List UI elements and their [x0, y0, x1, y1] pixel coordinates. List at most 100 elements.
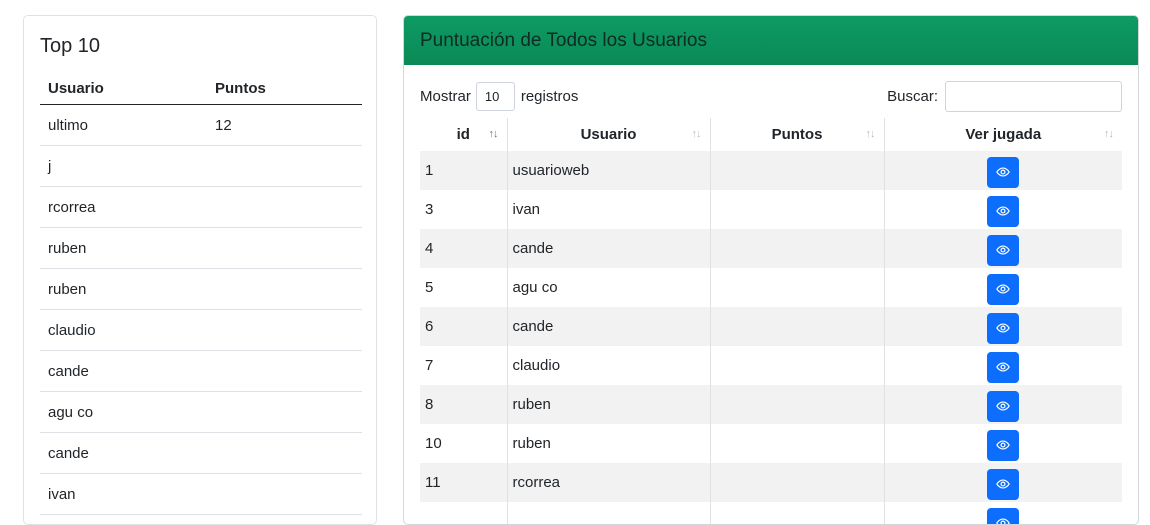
cell-points	[710, 268, 884, 307]
cell-id: 5	[420, 268, 507, 307]
top10-user: claudio	[40, 310, 207, 351]
cell-user: agu co	[507, 268, 710, 307]
top10-row: cande	[40, 433, 362, 474]
top10-title: Top 10	[40, 35, 100, 58]
sort-icon: ↑↓	[692, 128, 701, 140]
column-header-points[interactable]: Puntos ↑↓	[710, 118, 884, 151]
view-play-button[interactable]	[987, 157, 1019, 188]
cell-points	[710, 307, 884, 346]
scores-table: id↑↓ Usuario ↑↓ Puntos ↑↓ Ver jugada↑↓ 1us…	[420, 118, 1122, 525]
search-input[interactable]	[945, 81, 1122, 112]
scores-title: Puntuación de Todos los Usuarios	[420, 30, 707, 52]
view-play-button[interactable]	[987, 391, 1019, 422]
top10-user: agu co	[40, 392, 207, 433]
column-label-user: Usuario	[581, 126, 637, 143]
cell-id: 11	[420, 463, 507, 502]
table-row: 8ruben	[420, 385, 1122, 424]
top10-user: rcorrea	[40, 187, 207, 228]
view-play-button[interactable]	[987, 430, 1019, 461]
cell-points	[710, 424, 884, 463]
table-row: 6cande	[420, 307, 1122, 346]
column-header-view[interactable]: Ver jugada↑↓	[884, 118, 1122, 151]
column-header-id[interactable]: id↑↓	[420, 118, 507, 151]
cell-view	[884, 463, 1122, 502]
eye-icon	[996, 477, 1010, 491]
cell-points	[710, 151, 884, 190]
search-control: Buscar:	[887, 81, 1122, 112]
cell-points	[710, 385, 884, 424]
scores-card-header: Puntuación de Todos los Usuarios	[404, 16, 1138, 65]
sort-icon: ↑↓	[866, 128, 875, 140]
cell-user: claudio	[507, 346, 710, 385]
column-label-view: Ver jugada	[965, 126, 1041, 143]
table-row: 1usuarioweb	[420, 151, 1122, 190]
top10-row: rcorrea	[40, 187, 362, 228]
eye-icon	[996, 438, 1010, 452]
table-row: 4cande	[420, 229, 1122, 268]
eye-icon	[996, 360, 1010, 374]
page-length-select[interactable]: 10	[476, 82, 515, 111]
cell-view	[884, 307, 1122, 346]
cell-points	[710, 346, 884, 385]
cell-id	[420, 502, 507, 525]
cell-id: 7	[420, 346, 507, 385]
top10-row: ruben	[40, 269, 362, 310]
view-play-button[interactable]	[987, 352, 1019, 383]
top10-user: cande	[40, 433, 207, 474]
cell-view	[884, 229, 1122, 268]
view-play-button[interactable]	[987, 274, 1019, 305]
cell-view	[884, 346, 1122, 385]
top10-user: ultimo	[40, 105, 207, 146]
table-row: 11rcorrea	[420, 463, 1122, 502]
cell-user: ruben	[507, 385, 710, 424]
top10-row: claudio	[40, 310, 362, 351]
cell-id: 10	[420, 424, 507, 463]
cell-user: ruben	[507, 424, 710, 463]
top10-row: ultimo12	[40, 105, 362, 146]
view-play-button[interactable]	[987, 313, 1019, 344]
top10-points	[207, 351, 362, 392]
view-play-button[interactable]	[987, 196, 1019, 227]
top10-user: ivan	[40, 474, 207, 515]
top10-header-points: Puntos	[207, 72, 362, 105]
table-row: 10ruben	[420, 424, 1122, 463]
top10-user: ruben	[40, 269, 207, 310]
search-label: Buscar:	[887, 88, 938, 105]
scores-card: Puntuación de Todos los Usuarios Mostrar…	[403, 15, 1139, 525]
top10-user: j	[40, 146, 207, 187]
cell-view	[884, 385, 1122, 424]
column-header-user[interactable]: Usuario ↑↓	[507, 118, 710, 151]
top10-row: ruben	[40, 228, 362, 269]
cell-id: 6	[420, 307, 507, 346]
cell-id: 3	[420, 190, 507, 229]
table-row: 5agu co	[420, 268, 1122, 307]
cell-user: ivan	[507, 190, 710, 229]
eye-icon	[996, 516, 1010, 525]
top10-points	[207, 310, 362, 351]
page-length-control: Mostrar 10 registros	[420, 82, 578, 111]
eye-icon	[996, 321, 1010, 335]
cell-id: 4	[420, 229, 507, 268]
top10-header-user: Usuario	[40, 72, 207, 105]
top10-user: ruben	[40, 228, 207, 269]
cell-view	[884, 151, 1122, 190]
cell-view	[884, 424, 1122, 463]
table-row: 7claudio	[420, 346, 1122, 385]
top10-points	[207, 228, 362, 269]
view-play-button[interactable]	[987, 508, 1019, 525]
cell-id: 1	[420, 151, 507, 190]
table-row: 3ivan	[420, 190, 1122, 229]
view-play-button[interactable]	[987, 469, 1019, 500]
eye-icon	[996, 243, 1010, 257]
view-play-button[interactable]	[987, 235, 1019, 266]
top10-points	[207, 187, 362, 228]
column-label-points: Puntos	[772, 126, 823, 143]
top10-points	[207, 474, 362, 515]
eye-icon	[996, 165, 1010, 179]
top10-row: agu co	[40, 392, 362, 433]
cell-view	[884, 502, 1122, 525]
cell-user	[507, 502, 710, 525]
top10-points	[207, 269, 362, 310]
cell-points	[710, 229, 884, 268]
column-label-id: id	[457, 126, 470, 143]
